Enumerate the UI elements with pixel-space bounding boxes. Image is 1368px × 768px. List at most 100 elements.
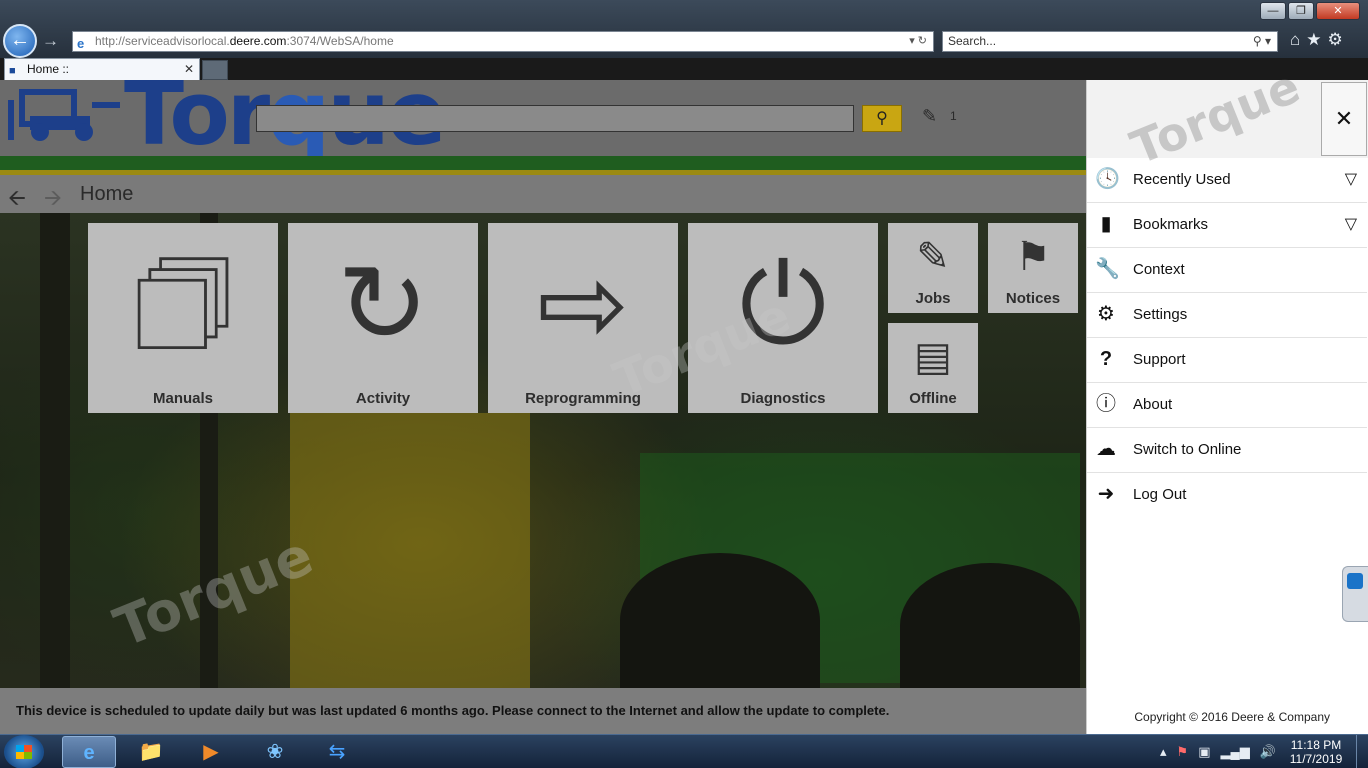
triangle-down-icon[interactable]: ▽ bbox=[1345, 214, 1357, 234]
tire bbox=[620, 553, 820, 688]
app-search-input[interactable] bbox=[256, 105, 854, 132]
gear-icon[interactable]: ⚙ bbox=[1328, 30, 1343, 50]
action-center-flag-icon[interactable]: ⚑ bbox=[1177, 744, 1189, 760]
teamviewer-icon bbox=[1347, 573, 1363, 589]
tile-label: Activity bbox=[355, 390, 411, 407]
browser-forward-button[interactable]: → bbox=[42, 31, 66, 53]
side-menu: 🕓 Recently Used ▽ ▮ Bookmarks ▽ 🔧 Contex… bbox=[1087, 158, 1367, 518]
new-tab-button[interactable] bbox=[202, 60, 228, 80]
jobs-header-icon[interactable]: ✎ bbox=[922, 106, 937, 127]
info-icon: ⓘ bbox=[1096, 393, 1116, 415]
taskbar-media[interactable]: ▶ bbox=[184, 736, 238, 768]
taskbar-teamviewer[interactable]: ⇆ bbox=[310, 736, 364, 768]
url-domain: deere.com bbox=[229, 34, 287, 48]
taskbar-explorer[interactable]: 📁 bbox=[124, 736, 178, 768]
tile-label: Notices bbox=[1005, 290, 1061, 307]
menu-item-bookmarks[interactable]: ▮ Bookmarks ▽ bbox=[1087, 203, 1367, 248]
close-tab-icon[interactable]: ✕ bbox=[184, 59, 194, 79]
tire bbox=[900, 563, 1080, 688]
close-icon: ✕ bbox=[1334, 106, 1354, 131]
cloud-icon: ☁ bbox=[1096, 438, 1116, 460]
menu-item-label: Log Out bbox=[1133, 486, 1187, 503]
tile-label: Diagnostics bbox=[740, 390, 826, 407]
start-button[interactable] bbox=[4, 735, 44, 768]
folder-icon: 📁 bbox=[138, 741, 164, 763]
activity-icon: ↻ bbox=[336, 243, 430, 366]
taskbar-clock[interactable]: 11:18 PM 11/7/2019 bbox=[1280, 738, 1352, 766]
teamviewer-side-tab[interactable] bbox=[1342, 566, 1368, 622]
menu-item-label: Bookmarks bbox=[1133, 216, 1209, 233]
browser-titlebar: — ❐ ✕ ← → e http://serviceadvisorlocal.d… bbox=[0, 0, 1368, 58]
menu-item-about[interactable]: ⓘ About bbox=[1087, 383, 1367, 428]
jobs-icon: ✎ bbox=[916, 235, 950, 279]
favorites-star-icon[interactable]: ★ bbox=[1306, 30, 1321, 50]
show-desktop-button[interactable] bbox=[1356, 735, 1368, 768]
copyright-text: Copyright © 2016 Deere & Company bbox=[1134, 710, 1330, 724]
taskbar-app-circles[interactable]: ❀ bbox=[248, 736, 302, 768]
breadcrumb-current: Home bbox=[80, 183, 134, 205]
menu-item-support[interactable]: ? Support bbox=[1087, 338, 1367, 383]
url-suffix: :3074/WebSA/home bbox=[286, 34, 394, 48]
gear-icon: ⚙ bbox=[1097, 303, 1115, 325]
arrow-left-icon: ← bbox=[10, 29, 30, 51]
menu-item-switch-online[interactable]: ☁ Switch to Online bbox=[1087, 428, 1367, 473]
menu-item-logout[interactable]: ➜ Log Out bbox=[1087, 473, 1367, 518]
network-signal-icon[interactable]: ▂▄▆ bbox=[1220, 744, 1249, 760]
menu-item-label: Switch to Online bbox=[1133, 441, 1242, 458]
internet-explorer-icon: e bbox=[83, 742, 95, 764]
home-icon[interactable]: ⌂ bbox=[1290, 30, 1300, 50]
app-main: Torque ⚲ ✎ 1 🡨 🡪 Home 🗇 Manuals ↻ Activi… bbox=[0, 80, 1086, 734]
tile-activity[interactable]: ↻ Activity bbox=[288, 223, 478, 413]
device-icon[interactable]: ▣ bbox=[1198, 744, 1210, 760]
browser-tab-home[interactable]: ■ Home :: ✕ bbox=[4, 58, 200, 80]
close-window-button[interactable]: ✕ bbox=[1316, 2, 1360, 20]
refresh-icon[interactable]: ▾ ↻ bbox=[909, 32, 927, 51]
tile-manuals[interactable]: 🗇 Manuals bbox=[88, 223, 278, 413]
arrow-right-icon: → bbox=[42, 31, 59, 50]
menu-item-label: Recently Used bbox=[1133, 171, 1231, 188]
media-player-icon: ▶ bbox=[203, 741, 219, 763]
update-notice-text: This device is scheduled to update daily… bbox=[16, 703, 890, 718]
maximize-button[interactable]: ❐ bbox=[1288, 2, 1314, 20]
clock-date: 11/7/2019 bbox=[1289, 752, 1343, 766]
windows-logo-icon bbox=[16, 745, 32, 759]
search-icon[interactable]: ⚲ ▾ bbox=[1253, 32, 1271, 51]
search-placeholder: Search... bbox=[948, 34, 997, 48]
menu-item-settings[interactable]: ⚙ Settings bbox=[1087, 293, 1367, 338]
tile-offline[interactable]: ▤ Offline bbox=[888, 323, 978, 413]
app-search-button[interactable]: ⚲ bbox=[862, 105, 902, 132]
taskbar-ie[interactable]: e bbox=[62, 736, 116, 768]
system-tray: ▴ ⚑ ▣ ▂▄▆ 🔊 bbox=[1160, 744, 1276, 760]
app-circles-icon: ❀ bbox=[266, 741, 284, 763]
tile-notices[interactable]: ⚑ Notices bbox=[988, 223, 1078, 313]
wrench-icon: 🔧 bbox=[1095, 258, 1120, 280]
forklift-logo-icon bbox=[8, 89, 120, 141]
address-bar[interactable]: e http://serviceadvisorlocal.deere.com:3… bbox=[72, 31, 934, 52]
browser-search-input[interactable]: Search... ⚲ ▾ bbox=[942, 31, 1278, 52]
volume-icon[interactable]: 🔊 bbox=[1260, 744, 1276, 760]
notices-icon: ⚑ bbox=[1015, 235, 1051, 279]
menu-item-label: Context bbox=[1133, 261, 1185, 278]
logo-text-a: Tor bbox=[124, 80, 270, 165]
menu-item-label: Support bbox=[1133, 351, 1186, 368]
teamviewer-icon: ⇆ bbox=[328, 741, 346, 763]
minimize-button[interactable]: — bbox=[1260, 2, 1286, 20]
triangle-down-icon[interactable]: ▽ bbox=[1345, 169, 1357, 189]
forklift-favicon-icon: ■ bbox=[9, 65, 16, 77]
jobs-count-badge: 1 bbox=[950, 109, 957, 123]
panel-header: Torque ✕ bbox=[1087, 59, 1368, 175]
yellow-machine bbox=[290, 413, 530, 688]
background-tree bbox=[40, 213, 70, 688]
menu-item-recently-used[interactable]: 🕓 Recently Used ▽ bbox=[1087, 158, 1367, 203]
browser-toolbar-icons: ⌂ ★ ⚙ bbox=[1290, 30, 1343, 50]
menu-item-context[interactable]: 🔧 Context bbox=[1087, 248, 1367, 293]
header-stripe-green bbox=[0, 156, 1086, 170]
close-panel-button[interactable]: ✕ bbox=[1321, 82, 1367, 156]
window-controls: — ❐ ✕ bbox=[1260, 2, 1360, 20]
app-header: Torque ⚲ ✎ 1 bbox=[0, 80, 1086, 164]
tray-expand-icon[interactable]: ▴ bbox=[1160, 744, 1167, 760]
question-icon: ? bbox=[1099, 348, 1113, 370]
tile-jobs[interactable]: ✎ Jobs bbox=[888, 223, 978, 313]
search-icon: ⚲ bbox=[876, 110, 888, 127]
browser-back-button[interactable]: ← bbox=[3, 24, 37, 58]
